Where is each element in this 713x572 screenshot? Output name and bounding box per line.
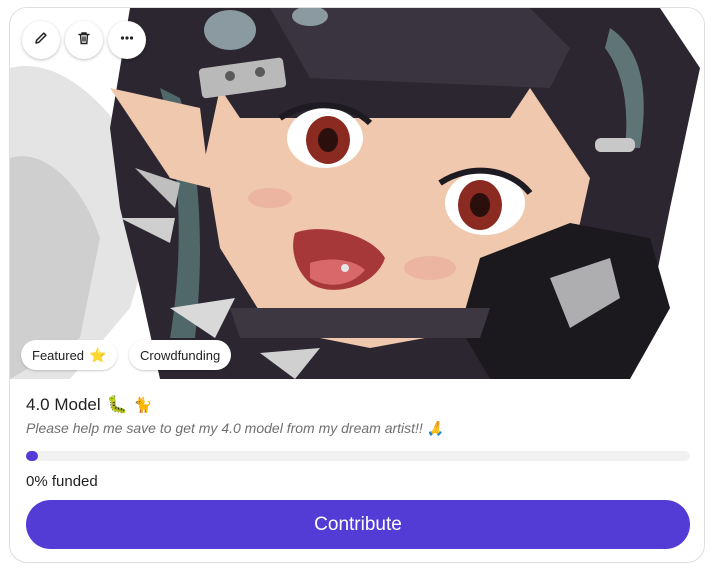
featured-label: Featured [32, 347, 85, 363]
title-text: 4.0 Model [26, 395, 101, 414]
cover-image[interactable]: Featured ⭐ Crowdfunding [10, 8, 704, 379]
featured-badge: Featured ⭐ [21, 340, 118, 370]
anime-illustration [10, 8, 700, 379]
funded-status: 0% funded [26, 473, 98, 490]
pray-emoji: 🙏 [426, 420, 445, 436]
cat-emoji: 🐈 [133, 397, 153, 414]
trash-icon [76, 30, 92, 51]
funding-progress-bar [26, 451, 690, 461]
contribute-button[interactable]: Contribute [26, 500, 690, 549]
description-text: Please help me save to get my 4.0 model … [26, 420, 423, 436]
crowdfunding-badge: Crowdfunding [129, 340, 232, 370]
star-icon: ⭐ [89, 346, 107, 363]
funding-progress-fill [26, 451, 38, 461]
pencil-icon [33, 30, 49, 51]
card-title: 4.0 Model 🐛 🐈 [26, 395, 153, 415]
crowdfunding-label: Crowdfunding [140, 347, 221, 363]
caterpillar-emoji: 🐛 [106, 395, 128, 414]
edit-button[interactable] [22, 21, 60, 59]
campaign-card: Featured ⭐ Crowdfunding 4.0 Model 🐛 🐈 Pl… [9, 7, 705, 563]
delete-button[interactable] [65, 21, 103, 59]
more-options-button[interactable] [108, 21, 146, 59]
card-description: Please help me save to get my 4.0 model … [26, 420, 444, 437]
ellipsis-icon [119, 30, 135, 51]
